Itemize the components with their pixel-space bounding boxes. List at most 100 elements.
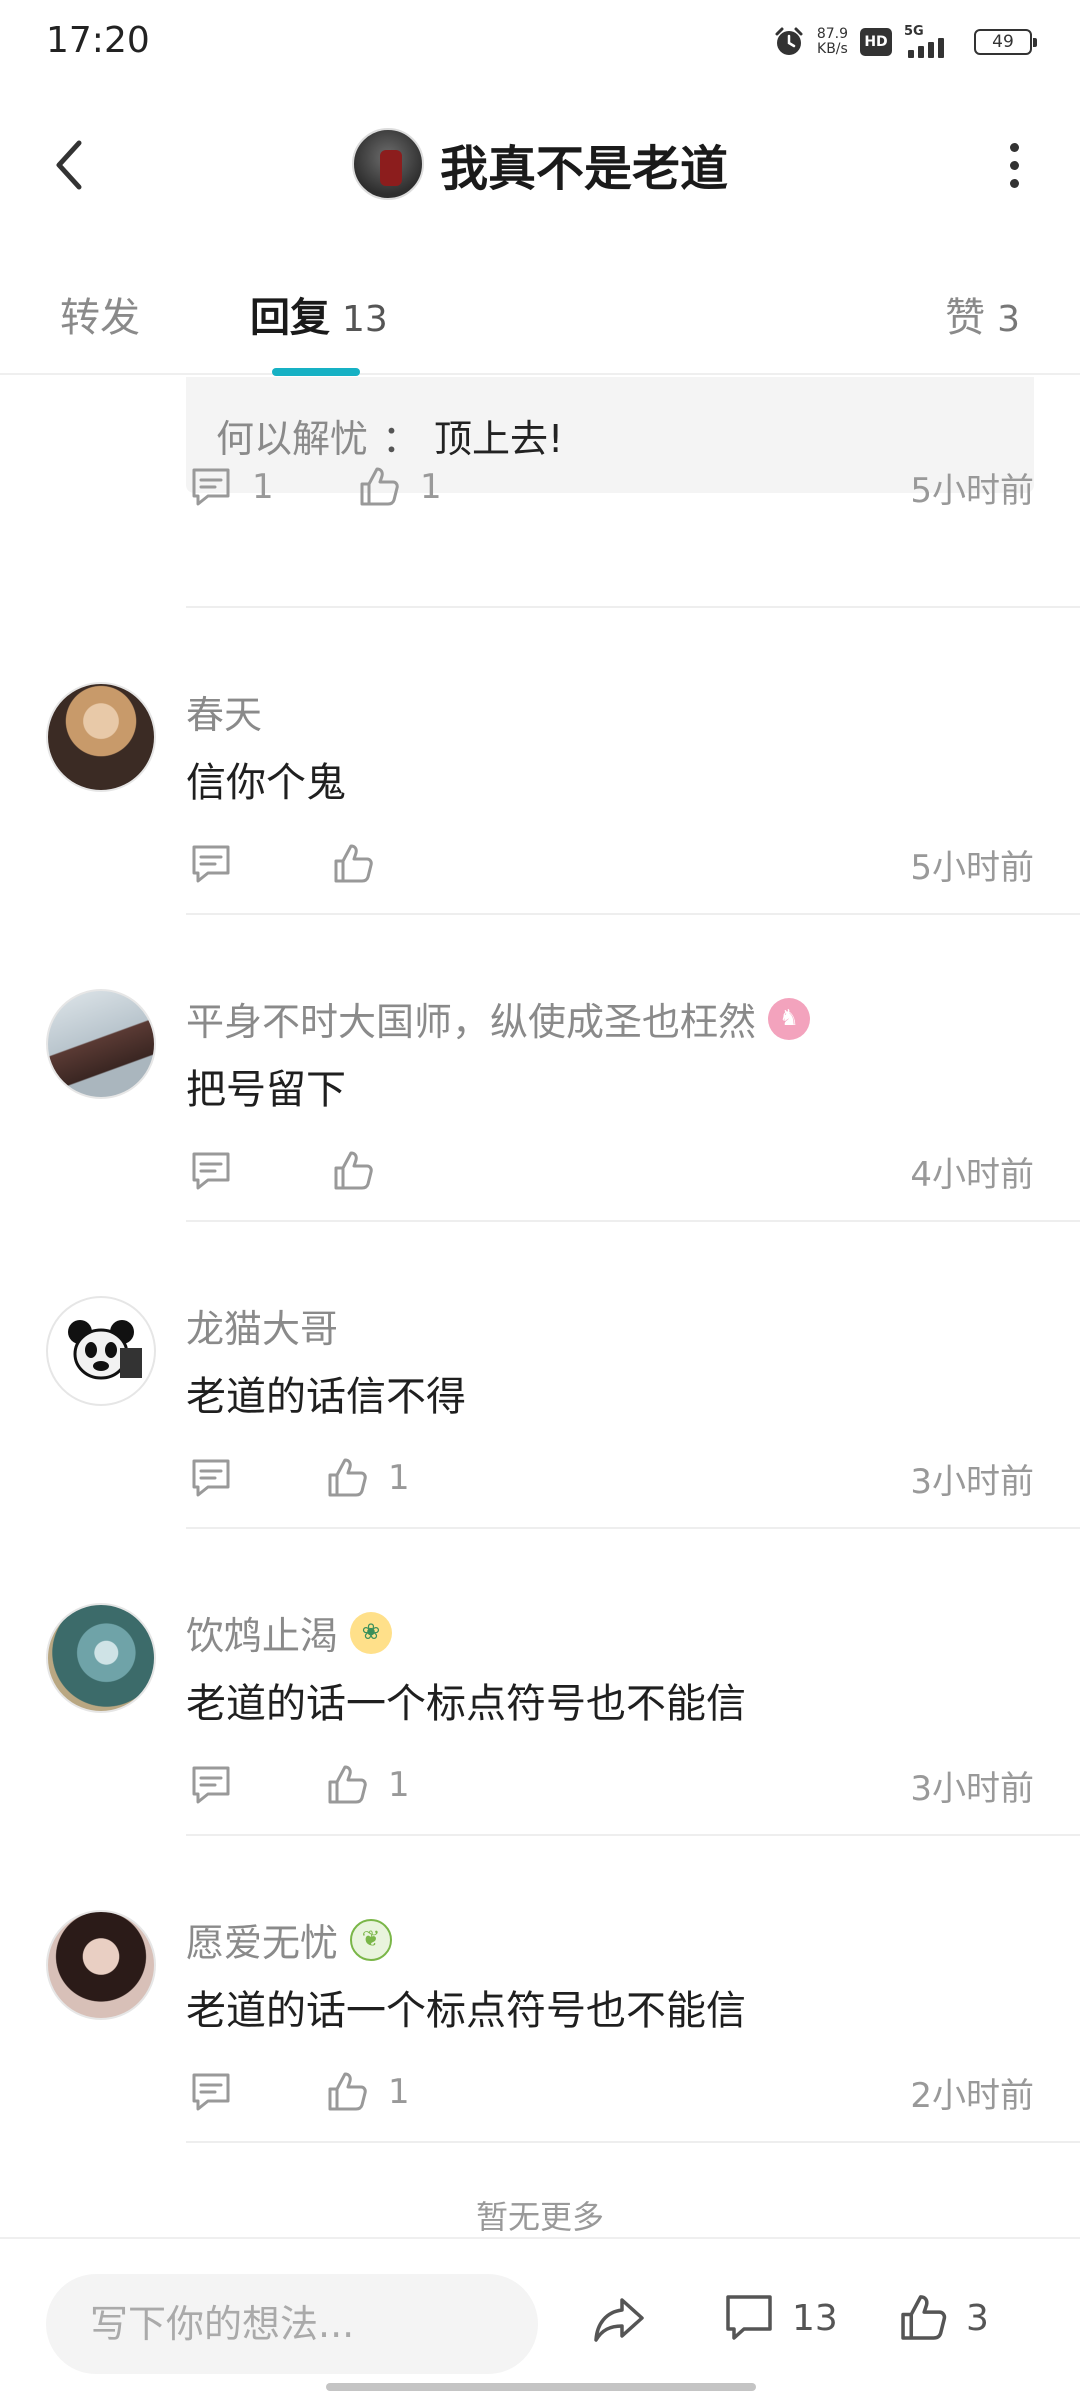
network-speed-unit: KB/s: [817, 41, 848, 57]
avatar[interactable]: [46, 1910, 156, 2020]
like-button[interactable]: [330, 841, 394, 887]
signal-icon: 5G: [904, 24, 962, 58]
like-button[interactable]: [330, 1148, 394, 1194]
divider: [186, 1834, 1080, 1836]
comment-total: 13: [792, 2297, 838, 2339]
comment-username[interactable]: 春天: [186, 684, 262, 739]
no-more-text: 暂无更多: [475, 2198, 604, 2236]
comment-count-button[interactable]: 13: [722, 2291, 838, 2345]
status-bar: 17:20 87.9 KB/s HD 5G 49: [0, 0, 1080, 80]
reply-button[interactable]: [188, 841, 234, 887]
author-avatar[interactable]: [351, 128, 424, 200]
like-count: 1: [420, 467, 442, 507]
signal-bars: [908, 38, 944, 58]
comment-username[interactable]: 愿爱无忧 ❦: [186, 1912, 393, 1967]
status-time: 17:20: [46, 20, 150, 61]
leaf-badge-icon: ❦: [350, 1918, 393, 1961]
tab-like-count: 3: [997, 299, 1020, 340]
divider: [186, 606, 1080, 608]
reply-button[interactable]: [188, 1762, 234, 1808]
username-text: 春天: [186, 693, 263, 737]
bottom-action-bar: 13 3: [0, 2237, 1080, 2400]
comment-username[interactable]: 饮鸩止渴 ❀: [186, 1605, 393, 1660]
panda-avatar-icon: [68, 1320, 142, 1380]
avatar[interactable]: [46, 1296, 156, 1406]
reply-button[interactable]: 1: [188, 464, 274, 510]
like-total: 3: [966, 2297, 989, 2339]
comment-icon: [192, 1459, 230, 1497]
tab-like-label: 赞: [945, 295, 986, 341]
thumbs-up-icon: [334, 1151, 373, 1190]
status-icons: 87.9 KB/s HD 5G 49: [773, 24, 1037, 60]
username-text: 饮鸩止渴: [186, 1614, 339, 1658]
comment-time: 3小时前: [910, 1461, 1034, 1502]
quoted-reply-text: 顶上去!: [434, 416, 564, 461]
reply-button[interactable]: [188, 1148, 234, 1194]
comment-icon: [192, 1766, 230, 1804]
thumbs-up-icon: [334, 844, 373, 883]
tab-bar: 转发 回复 13 赞 3: [0, 265, 1080, 376]
like-button[interactable]: 1: [324, 1455, 410, 1501]
comment-text: 把号留下: [186, 1067, 346, 1113]
comment-item: 愿爱无忧 ❦ 老道的话一个标点符号也不能信 1 2小时前: [0, 1910, 1080, 2210]
active-tab-indicator: [272, 368, 360, 376]
more-options-button[interactable]: [994, 140, 1034, 190]
comment-item: 春天 信你个鬼 5小时前: [0, 682, 1080, 982]
avatar[interactable]: [46, 1603, 156, 1713]
comment-time: 3小时前: [910, 1768, 1034, 1809]
like-button[interactable]: 1: [324, 2069, 410, 2115]
tab-reply-count: 13: [342, 299, 388, 340]
more-dot-icon: [1009, 142, 1019, 152]
avatar[interactable]: [46, 989, 156, 1099]
like-count: 1: [388, 2072, 410, 2112]
avatar[interactable]: [46, 682, 156, 792]
username-text: 愿爱无忧: [186, 1921, 339, 1965]
comment-item: 饮鸩止渴 ❀ 老道的话一个标点符号也不能信 1 3小时前: [0, 1603, 1080, 1903]
comment-text: 老道的话一个标点符号也不能信: [186, 1988, 746, 2034]
comment-actions: 4小时前: [186, 1141, 1034, 1201]
comment-icon: [726, 2295, 772, 2340]
quoted-reply-user[interactable]: 何以解忧: [216, 408, 368, 463]
like-button[interactable]: 1: [356, 464, 442, 510]
reply-list[interactable]: 何以解忧 ： 顶上去! 1 1 5小时前 春天 信你个鬼 5小时前 平身不时大国…: [0, 377, 1080, 2237]
alarm-icon: [775, 27, 803, 55]
tab-reply[interactable]: 回复 13: [250, 285, 388, 343]
divider: [186, 913, 1080, 915]
home-indicator[interactable]: [326, 2383, 756, 2391]
signal-5g-label: 5G: [904, 24, 924, 39]
more-dot-icon: [1009, 160, 1019, 170]
comment-item: 平身不时大国师，纵使成圣也枉然 ♞ 把号留下 4小时前: [0, 989, 1080, 1289]
battery-level: 49: [992, 32, 1014, 52]
reply-input[interactable]: [46, 2274, 538, 2374]
tab-forward[interactable]: 转发: [60, 285, 140, 343]
like-button[interactable]: 1: [324, 1762, 410, 1808]
comment-username[interactable]: 龙猫大哥: [186, 1298, 338, 1353]
thumbs-up-icon: [360, 467, 399, 506]
comment-actions: 1 3小时前: [186, 1755, 1034, 1815]
reply-button[interactable]: [188, 1455, 234, 1501]
comment-time: 5小时前: [910, 470, 1034, 511]
page-title: 我真不是老道: [439, 141, 728, 197]
more-dot-icon: [1009, 178, 1019, 188]
reply-button[interactable]: [188, 2069, 234, 2115]
comment-icon: [192, 468, 230, 506]
comment-actions: 1 2小时前: [186, 2062, 1034, 2122]
thumbs-up-icon: [328, 1765, 367, 1804]
like-count-button[interactable]: 3: [896, 2291, 989, 2345]
network-speed-value: 87.9: [816, 26, 848, 42]
divider: [186, 1220, 1080, 1222]
parrot-badge-icon: ❀: [350, 1611, 393, 1654]
tab-like[interactable]: 赞 3: [945, 285, 1020, 343]
thumbs-up-icon: [901, 2295, 947, 2340]
share-button[interactable]: [590, 2294, 648, 2350]
comment-icon: [192, 1152, 230, 1190]
reply-count: 1: [252, 467, 274, 507]
hd-icon: HD: [860, 28, 892, 56]
comment-username[interactable]: 平身不时大国师，纵使成圣也枉然 ♞: [186, 991, 811, 1046]
comment-time: 5小时前: [910, 847, 1034, 888]
battery-icon: 49: [974, 29, 1037, 55]
divider: [186, 1527, 1080, 1529]
divider: [186, 2141, 1080, 2143]
share-icon: [594, 2298, 644, 2342]
comment-actions: 1 3小时前: [186, 1448, 1034, 1508]
